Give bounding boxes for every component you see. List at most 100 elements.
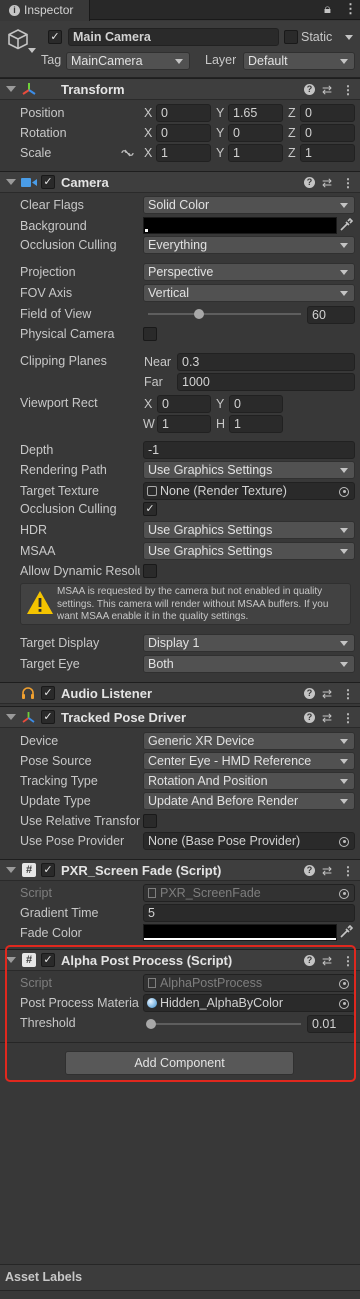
foldout-arrow-icon[interactable] <box>6 957 16 963</box>
fov-value-input[interactable]: 60 <box>307 306 355 324</box>
context-menu-icon[interactable]: ⋮ <box>342 686 354 702</box>
transform-header[interactable]: Transform ? ⇄ ⋮ <box>0 78 360 100</box>
tracked-pose-header[interactable]: ✓ Tracked Pose Driver ? ⇄ ⋮ <box>0 706 360 728</box>
help-icon[interactable]: ? <box>304 712 315 723</box>
threshold-slider-track[interactable] <box>148 1023 301 1025</box>
hdr-dropdown[interactable]: Use Graphics Settings <box>143 521 355 539</box>
presets-icon[interactable]: ⇄ <box>322 953 332 969</box>
fade-color-field[interactable] <box>143 924 337 941</box>
scale-label: Scale <box>20 146 52 160</box>
foldout-arrow-icon[interactable] <box>6 867 16 873</box>
threshold-value-input[interactable]: 0.01 <box>307 1015 355 1033</box>
projection-dropdown[interactable]: Perspective <box>143 263 355 281</box>
alpha-post-enabled-checkbox[interactable]: ✓ <box>41 953 55 967</box>
post-process-material-field[interactable]: Hidden_AlphaByColor <box>143 994 355 1012</box>
help-icon[interactable]: ? <box>304 688 315 699</box>
help-icon[interactable]: ? <box>304 865 315 876</box>
target-texture-field[interactable]: None (Render Texture) <box>143 482 355 500</box>
rotation-y-input[interactable]: 0 <box>228 124 283 142</box>
dynamic-resolution-checkbox[interactable] <box>143 564 157 578</box>
alpha-post-header[interactable]: # ✓ Alpha Post Process (Script) ? ⇄ ⋮ <box>0 949 360 971</box>
position-y-input[interactable]: 1.65 <box>228 104 283 122</box>
depth-input[interactable]: -1 <box>143 441 355 459</box>
eyedropper-icon[interactable] <box>339 924 354 939</box>
constrain-proportions-icon[interactable] <box>121 147 134 159</box>
gradient-time-input[interactable]: 5 <box>143 904 355 922</box>
static-checkbox[interactable] <box>284 30 298 44</box>
foldout-arrow-icon[interactable] <box>6 179 16 185</box>
more-options-icon[interactable]: ⋮ <box>344 1 357 17</box>
context-menu-icon[interactable]: ⋮ <box>342 175 354 191</box>
audio-listener-header[interactable]: ✓ Audio Listener ? ⇄ ⋮ <box>0 682 360 704</box>
presets-icon[interactable]: ⇄ <box>322 82 332 98</box>
update-type-dropdown[interactable]: Update And Before Render <box>143 792 355 810</box>
component-header-icons: ? ⇄ ⋮ <box>304 82 354 98</box>
separator <box>0 1042 360 1043</box>
occlusion-culling-checkbox[interactable]: ✓ <box>143 502 157 516</box>
fov-slider-thumb[interactable] <box>193 309 204 319</box>
screen-fade-enabled-checkbox[interactable]: ✓ <box>41 863 55 877</box>
scale-x-axis-label: X <box>144 146 153 160</box>
target-display-dropdown[interactable]: Display 1 <box>143 634 355 652</box>
clipping-planes-label: Clipping Planes <box>20 354 107 368</box>
lock-icon[interactable]: 🔒︎ <box>324 1 331 17</box>
headphones-icon <box>21 686 35 700</box>
presets-icon[interactable]: ⇄ <box>322 863 332 879</box>
rotation-x-input[interactable]: 0 <box>156 124 211 142</box>
scale-x-input[interactable]: 1 <box>156 144 211 162</box>
pose-source-dropdown[interactable]: Center Eye - HMD Reference <box>143 752 355 770</box>
camera-enabled-checkbox[interactable]: ✓ <box>41 175 55 189</box>
far-input[interactable]: 1000 <box>177 373 355 391</box>
layer-dropdown[interactable]: Default <box>243 52 355 70</box>
context-menu-icon[interactable]: ⋮ <box>342 710 354 726</box>
audio-listener-enabled-checkbox[interactable]: ✓ <box>41 686 55 700</box>
fov-slider-track[interactable] <box>148 313 301 315</box>
scale-y-input[interactable]: 1 <box>228 144 283 162</box>
foldout-arrow-icon[interactable] <box>6 714 16 720</box>
static-dropdown-icon[interactable] <box>345 35 353 40</box>
physical-camera-checkbox[interactable] <box>143 327 157 341</box>
help-icon[interactable]: ? <box>304 177 315 188</box>
tab-inspector[interactable]: i Inspector <box>0 0 90 21</box>
context-menu-icon[interactable]: ⋮ <box>342 863 354 879</box>
msaa-dropdown[interactable]: Use Graphics Settings <box>143 542 355 560</box>
threshold-slider-thumb[interactable] <box>145 1019 156 1029</box>
clear-flags-dropdown[interactable]: Solid Color <box>143 196 355 214</box>
object-name-input[interactable]: Main Camera <box>68 28 279 46</box>
screen-fade-header[interactable]: # ✓ PXR_Screen Fade (Script) ? ⇄ ⋮ <box>0 859 360 881</box>
asset-labels-bar[interactable]: Asset Labels <box>0 1265 360 1291</box>
foldout-arrow-icon[interactable] <box>6 86 16 92</box>
viewport-y-input[interactable]: 0 <box>229 395 283 413</box>
active-checkbox[interactable]: ✓ <box>48 30 62 44</box>
help-icon[interactable]: ? <box>304 84 315 95</box>
near-input[interactable]: 0.3 <box>177 353 355 371</box>
background-color-field[interactable] <box>143 217 337 234</box>
context-menu-icon[interactable]: ⋮ <box>342 82 354 98</box>
pose-provider-field[interactable]: None (Base Pose Provider) <box>143 832 355 850</box>
occlusion-mask-dropdown[interactable]: Everything <box>143 236 355 254</box>
context-menu-icon[interactable]: ⋮ <box>342 953 354 969</box>
rotation-z-input[interactable]: 0 <box>300 124 355 142</box>
add-component-button[interactable]: Add Component <box>65 1051 294 1075</box>
rendering-path-dropdown[interactable]: Use Graphics Settings <box>143 461 355 479</box>
eyedropper-icon[interactable] <box>339 217 354 232</box>
tracked-pose-enabled-checkbox[interactable]: ✓ <box>41 710 55 724</box>
presets-icon[interactable]: ⇄ <box>322 710 332 726</box>
position-x-input[interactable]: 0 <box>156 104 211 122</box>
camera-header[interactable]: ✓ Camera ? ⇄ ⋮ <box>0 171 360 193</box>
tracking-type-dropdown[interactable]: Rotation And Position <box>143 772 355 790</box>
target-eye-dropdown[interactable]: Both <box>143 655 355 673</box>
presets-icon[interactable]: ⇄ <box>322 686 332 702</box>
position-z-input[interactable]: 0 <box>300 104 355 122</box>
icon-dropdown-icon[interactable] <box>28 48 36 53</box>
presets-icon[interactable]: ⇄ <box>322 175 332 191</box>
viewport-x-input[interactable]: 0 <box>157 395 211 413</box>
fov-axis-dropdown[interactable]: Vertical <box>143 284 355 302</box>
device-dropdown[interactable]: Generic XR Device <box>143 732 355 750</box>
scale-z-input[interactable]: 1 <box>300 144 355 162</box>
help-icon[interactable]: ? <box>304 955 315 966</box>
viewport-h-input[interactable]: 1 <box>229 415 283 433</box>
viewport-w-input[interactable]: 1 <box>157 415 211 433</box>
tag-dropdown[interactable]: MainCamera <box>66 52 190 70</box>
use-relative-checkbox[interactable] <box>143 814 157 828</box>
